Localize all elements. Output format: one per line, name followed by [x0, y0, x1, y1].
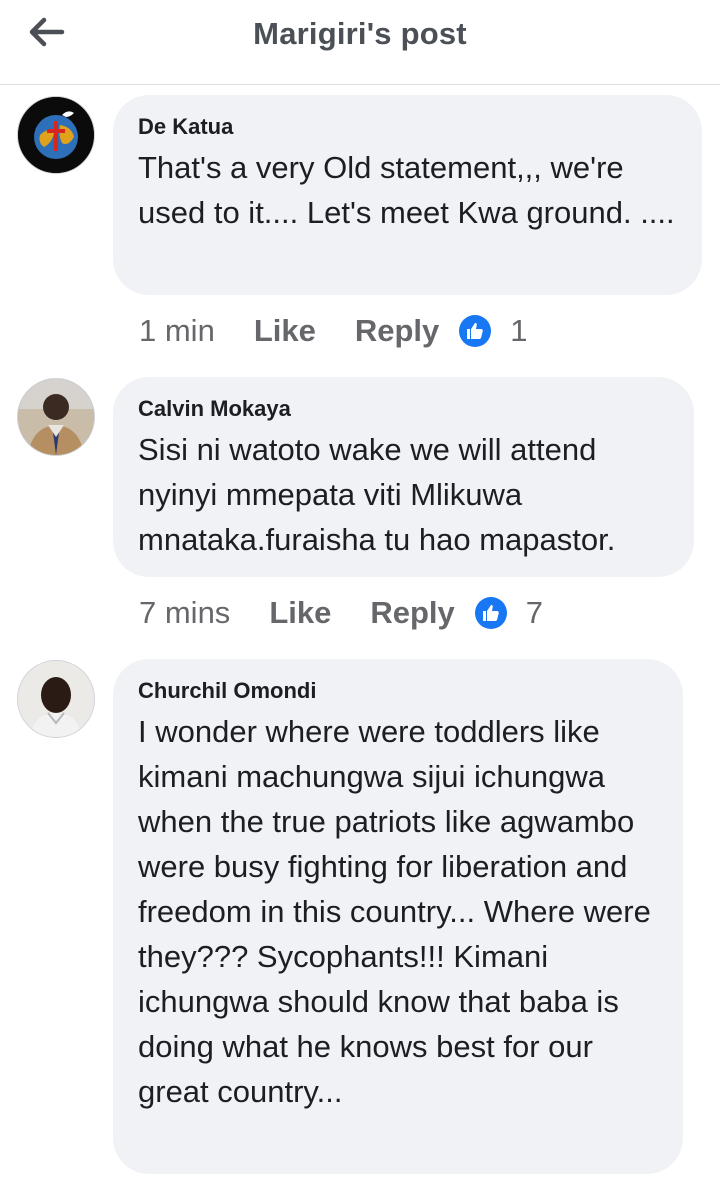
comment-bubble: De Katua That's a very Old statement,,, …	[113, 95, 702, 295]
avatar[interactable]	[17, 660, 95, 738]
comment-author[interactable]: Churchil Omondi	[138, 677, 657, 705]
comment-text: I wonder where were toddlers like kimani…	[138, 714, 660, 1109]
avatar[interactable]	[17, 378, 95, 456]
like-count: 7	[525, 595, 544, 630]
comment-text: That's a very Old statement,,, we're use…	[138, 150, 675, 230]
page-title: Marigiri's post	[253, 16, 467, 51]
like-button[interactable]: Like	[254, 313, 316, 349]
comment-actions: 1 min Like Reply 1	[139, 311, 528, 351]
reply-button[interactable]: Reply	[370, 595, 454, 631]
reply-button[interactable]: Reply	[355, 313, 439, 349]
comment-bubble: Calvin Mokaya Sisi ni watoto wake we wil…	[113, 377, 694, 577]
comment-actions: 7 mins Like Reply 7	[139, 593, 543, 633]
comment-text: Sisi ni watoto wake we will attend nyiny…	[138, 432, 616, 557]
comment-author[interactable]: Calvin Mokaya	[138, 395, 668, 423]
comment-timestamp: 1 min	[139, 313, 215, 348]
comment-timestamp: 7 mins	[139, 595, 231, 630]
like-count: 1	[510, 313, 528, 348]
thumbs-up-icon[interactable]	[459, 315, 492, 347]
avatar[interactable]	[17, 96, 95, 174]
like-button[interactable]: Like	[269, 595, 331, 631]
thumbs-up-icon[interactable]	[474, 597, 507, 629]
top-bar: Marigiri's post	[0, 0, 720, 85]
comment-actions-partial	[139, 1188, 559, 1204]
comment-author[interactable]: De Katua	[138, 113, 676, 141]
comment-bubble: Churchil Omondi I wonder where were todd…	[113, 659, 683, 1174]
